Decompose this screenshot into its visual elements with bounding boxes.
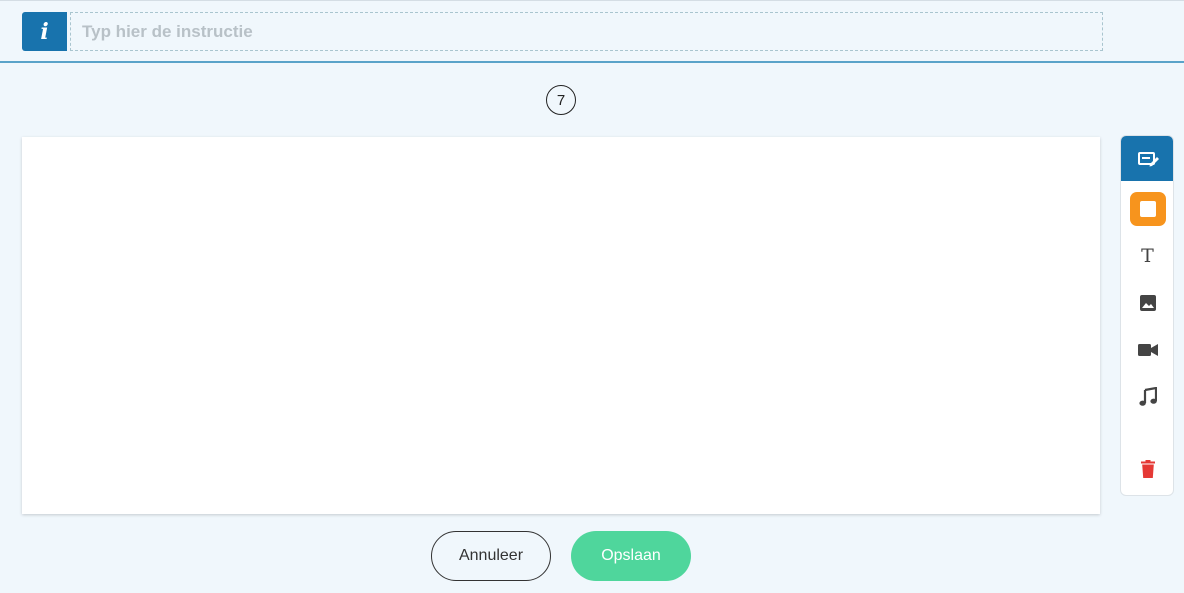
- image-icon: [1139, 295, 1156, 311]
- editor-canvas[interactable]: [22, 137, 1100, 514]
- text-icon: T: [1141, 245, 1154, 267]
- audio-tool-button[interactable]: [1121, 374, 1173, 420]
- cancel-button[interactable]: Annuleer: [431, 531, 551, 581]
- save-button-label: Opslaan: [601, 547, 661, 564]
- tool-sidebar: T: [1120, 135, 1174, 496]
- square-icon: [1129, 192, 1166, 226]
- shape-tool-button[interactable]: [1121, 186, 1173, 232]
- step-number-badge: 7: [546, 85, 576, 115]
- info-icon: i: [22, 12, 67, 51]
- cancel-button-label: Annuleer: [458, 547, 524, 564]
- instruction-input[interactable]: [70, 12, 1103, 51]
- delete-tool-button[interactable]: [1121, 446, 1173, 492]
- music-icon: [1138, 387, 1157, 406]
- info-badge-letter: i: [40, 18, 49, 45]
- edit-icon: [1137, 151, 1159, 166]
- video-icon: [1137, 344, 1158, 356]
- instruction-bar: i: [0, 1, 1184, 63]
- trash-icon: [1140, 460, 1155, 478]
- save-button[interactable]: Opslaan: [571, 531, 691, 581]
- video-tool-button[interactable]: [1121, 327, 1173, 373]
- image-tool-button[interactable]: [1121, 280, 1173, 326]
- text-tool-button[interactable]: T: [1121, 233, 1173, 279]
- step-number: 7: [556, 91, 566, 109]
- edit-tool-button[interactable]: [1121, 136, 1173, 181]
